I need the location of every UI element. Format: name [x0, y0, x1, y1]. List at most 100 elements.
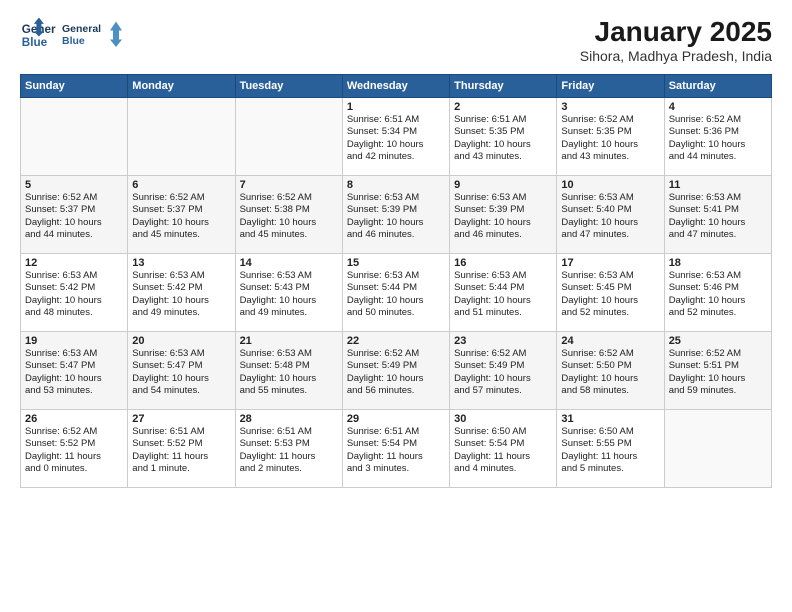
week-row-2: 5Sunrise: 6:52 AMSunset: 5:37 PMDaylight… — [21, 176, 772, 254]
calendar-page: General Blue General Blue January 2025 S… — [0, 0, 792, 612]
day-info: Sunset: 5:35 PM — [561, 126, 659, 138]
calendar-cell: 5Sunrise: 6:52 AMSunset: 5:37 PMDaylight… — [21, 176, 128, 254]
day-info: Sunrise: 6:52 AM — [669, 348, 767, 360]
calendar-table: SundayMondayTuesdayWednesdayThursdayFrid… — [20, 74, 772, 488]
calendar-cell: 13Sunrise: 6:53 AMSunset: 5:42 PMDayligh… — [128, 254, 235, 332]
day-info: Sunset: 5:41 PM — [669, 204, 767, 216]
day-info: Daylight: 10 hours — [132, 295, 230, 307]
day-info: and 3 minutes. — [347, 463, 445, 475]
day-info: Daylight: 10 hours — [347, 295, 445, 307]
day-info: Daylight: 11 hours — [240, 451, 338, 463]
day-number: 12 — [25, 257, 123, 269]
day-info: and 50 minutes. — [347, 307, 445, 319]
calendar-cell: 31Sunrise: 6:50 AMSunset: 5:55 PMDayligh… — [557, 410, 664, 488]
day-info: Sunset: 5:36 PM — [669, 126, 767, 138]
calendar-cell: 4Sunrise: 6:52 AMSunset: 5:36 PMDaylight… — [664, 98, 771, 176]
day-info: Sunset: 5:35 PM — [454, 126, 552, 138]
day-info: Daylight: 10 hours — [240, 295, 338, 307]
day-info: and 46 minutes. — [454, 229, 552, 241]
day-info: Sunset: 5:38 PM — [240, 204, 338, 216]
day-info: Sunrise: 6:53 AM — [561, 192, 659, 204]
day-info: Sunrise: 6:52 AM — [454, 348, 552, 360]
day-info: Sunset: 5:45 PM — [561, 282, 659, 294]
day-number: 18 — [669, 257, 767, 269]
day-info: Daylight: 11 hours — [132, 451, 230, 463]
calendar-cell: 7Sunrise: 6:52 AMSunset: 5:38 PMDaylight… — [235, 176, 342, 254]
calendar-cell: 15Sunrise: 6:53 AMSunset: 5:44 PMDayligh… — [342, 254, 449, 332]
day-info: Daylight: 10 hours — [669, 139, 767, 151]
header: General Blue General Blue January 2025 S… — [20, 16, 772, 64]
calendar-cell: 9Sunrise: 6:53 AMSunset: 5:39 PMDaylight… — [450, 176, 557, 254]
day-number: 30 — [454, 413, 552, 425]
day-info: Sunset: 5:55 PM — [561, 438, 659, 450]
calendar-cell: 27Sunrise: 6:51 AMSunset: 5:52 PMDayligh… — [128, 410, 235, 488]
day-info: Sunrise: 6:52 AM — [561, 348, 659, 360]
day-info: Sunset: 5:44 PM — [347, 282, 445, 294]
day-info: Sunset: 5:51 PM — [669, 360, 767, 372]
calendar-cell: 14Sunrise: 6:53 AMSunset: 5:43 PMDayligh… — [235, 254, 342, 332]
day-info: Sunrise: 6:50 AM — [454, 426, 552, 438]
day-info: Daylight: 10 hours — [347, 139, 445, 151]
day-info: Daylight: 10 hours — [347, 217, 445, 229]
day-info: Sunrise: 6:53 AM — [240, 270, 338, 282]
calendar-cell: 1Sunrise: 6:51 AMSunset: 5:34 PMDaylight… — [342, 98, 449, 176]
day-info: and 42 minutes. — [347, 151, 445, 163]
day-number: 23 — [454, 335, 552, 347]
day-number: 16 — [454, 257, 552, 269]
calendar-cell: 19Sunrise: 6:53 AMSunset: 5:47 PMDayligh… — [21, 332, 128, 410]
day-number: 26 — [25, 413, 123, 425]
day-info: and 49 minutes. — [240, 307, 338, 319]
day-info: Sunrise: 6:50 AM — [561, 426, 659, 438]
day-number: 14 — [240, 257, 338, 269]
calendar-cell: 3Sunrise: 6:52 AMSunset: 5:35 PMDaylight… — [557, 98, 664, 176]
day-info: and 49 minutes. — [132, 307, 230, 319]
day-info: and 44 minutes. — [669, 151, 767, 163]
day-info: and 48 minutes. — [25, 307, 123, 319]
day-info: Daylight: 10 hours — [454, 217, 552, 229]
header-day-tuesday: Tuesday — [235, 75, 342, 98]
day-number: 31 — [561, 413, 659, 425]
general-blue-logo: General Blue — [62, 16, 122, 54]
day-number: 25 — [669, 335, 767, 347]
calendar-cell: 17Sunrise: 6:53 AMSunset: 5:45 PMDayligh… — [557, 254, 664, 332]
day-info: Daylight: 10 hours — [454, 295, 552, 307]
day-info: Sunrise: 6:53 AM — [25, 270, 123, 282]
day-info: Sunrise: 6:53 AM — [669, 270, 767, 282]
day-info: Sunrise: 6:53 AM — [240, 348, 338, 360]
day-info: Sunrise: 6:52 AM — [240, 192, 338, 204]
week-row-1: 1Sunrise: 6:51 AMSunset: 5:34 PMDaylight… — [21, 98, 772, 176]
day-number: 6 — [132, 179, 230, 191]
day-info: Sunrise: 6:51 AM — [347, 114, 445, 126]
day-info: Sunset: 5:44 PM — [454, 282, 552, 294]
day-info: and 2 minutes. — [240, 463, 338, 475]
day-info: Sunset: 5:54 PM — [454, 438, 552, 450]
day-number: 24 — [561, 335, 659, 347]
day-info: Sunrise: 6:51 AM — [347, 426, 445, 438]
day-info: and 4 minutes. — [454, 463, 552, 475]
day-info: and 52 minutes. — [561, 307, 659, 319]
day-info: and 54 minutes. — [132, 385, 230, 397]
day-number: 22 — [347, 335, 445, 347]
day-number: 11 — [669, 179, 767, 191]
day-number: 1 — [347, 101, 445, 113]
day-number: 7 — [240, 179, 338, 191]
day-info: and 52 minutes. — [669, 307, 767, 319]
day-number: 2 — [454, 101, 552, 113]
day-info: Daylight: 11 hours — [347, 451, 445, 463]
header-day-wednesday: Wednesday — [342, 75, 449, 98]
day-info: Sunset: 5:52 PM — [25, 438, 123, 450]
day-number: 3 — [561, 101, 659, 113]
calendar-cell: 23Sunrise: 6:52 AMSunset: 5:49 PMDayligh… — [450, 332, 557, 410]
day-info: Daylight: 10 hours — [454, 139, 552, 151]
day-info: and 47 minutes. — [669, 229, 767, 241]
day-number: 17 — [561, 257, 659, 269]
day-info: Sunset: 5:47 PM — [132, 360, 230, 372]
day-info: Sunset: 5:48 PM — [240, 360, 338, 372]
svg-text:Blue: Blue — [62, 35, 85, 47]
day-info: Sunset: 5:49 PM — [347, 360, 445, 372]
day-info: and 5 minutes. — [561, 463, 659, 475]
day-info: Sunset: 5:46 PM — [669, 282, 767, 294]
day-number: 8 — [347, 179, 445, 191]
month-year: January 2025 — [580, 16, 772, 48]
day-info: Sunrise: 6:52 AM — [669, 114, 767, 126]
